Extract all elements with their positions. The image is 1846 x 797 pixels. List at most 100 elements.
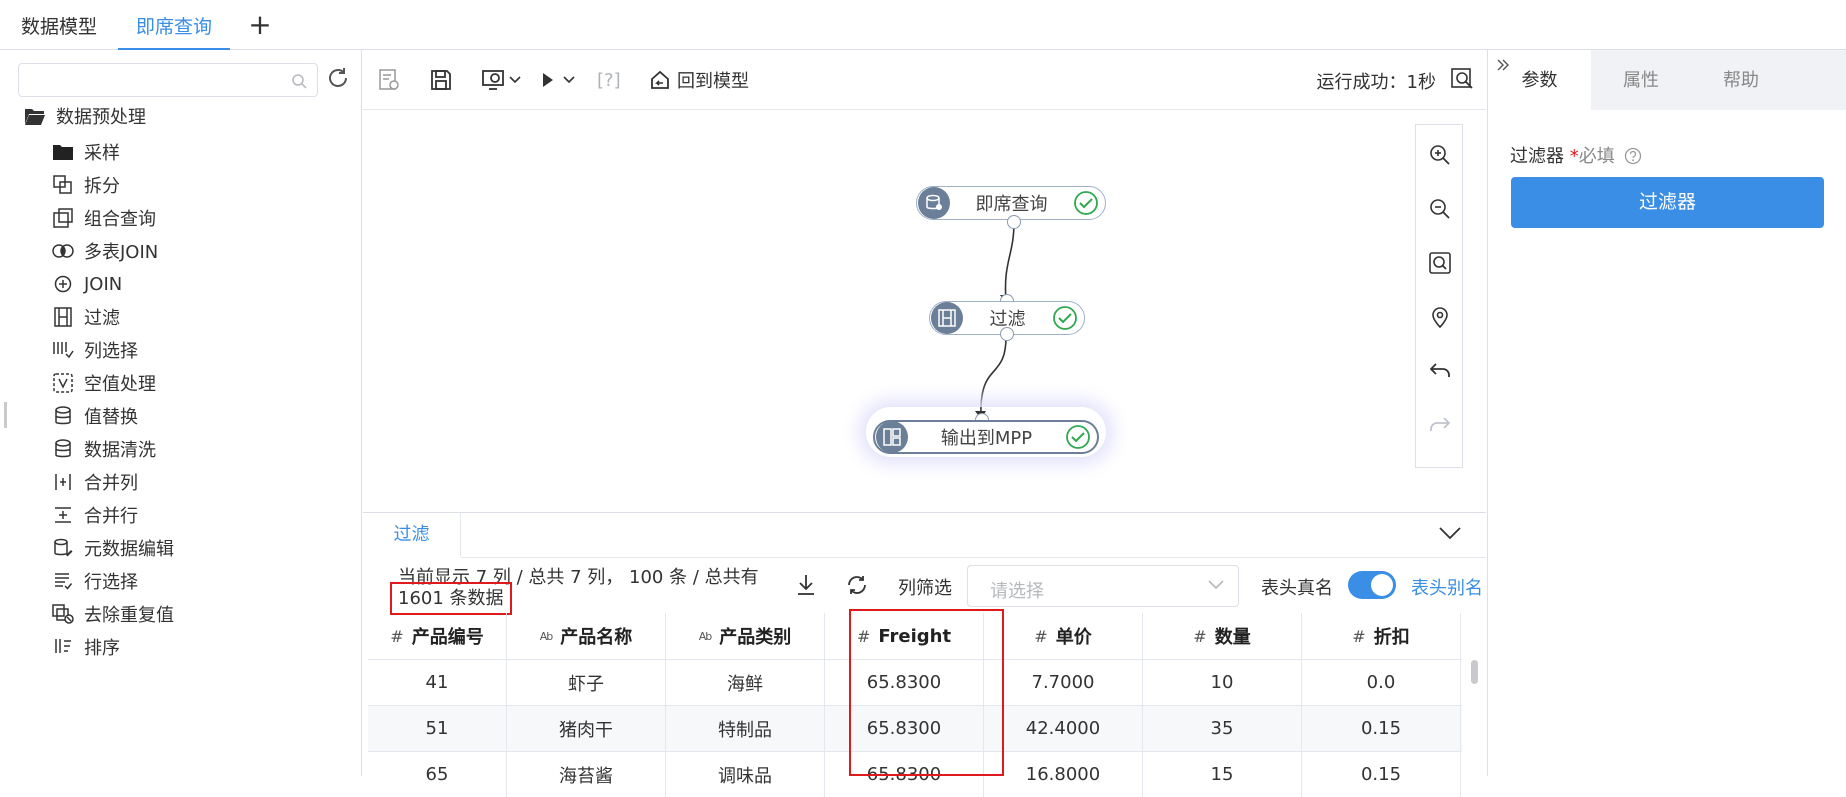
- param-icon[interactable]: [?]: [597, 66, 621, 94]
- canvas-toolbar: [?] 回到模型 运行成功：1秒: [363, 50, 1486, 110]
- column-header-label: 折扣: [1373, 627, 1410, 648]
- sidebar-item-split[interactable]: 拆分: [52, 171, 120, 199]
- sidebar-item-label: 空值处理: [84, 374, 156, 395]
- text-type-icon: Ab: [539, 629, 553, 643]
- tab-filter-preview[interactable]: 过滤: [363, 513, 461, 557]
- undo-icon[interactable]: [1428, 359, 1452, 383]
- output-port[interactable]: [1000, 327, 1014, 341]
- header-name-toggle[interactable]: [1348, 571, 1396, 599]
- tab-adhoc-query[interactable]: 即席查询: [118, 0, 230, 50]
- sidebar-item-filter[interactable]: 过滤: [52, 303, 120, 331]
- sidebar-item-combine-query[interactable]: 组合查询: [52, 204, 156, 232]
- row-select-icon: [52, 570, 74, 592]
- sidebar-item-merge-columns[interactable]: 合并列: [52, 468, 138, 496]
- refresh-icon[interactable]: [326, 66, 350, 90]
- back-to-model-label: 回到模型: [677, 71, 749, 92]
- null-handle-icon: [52, 372, 74, 394]
- table-cell: 海鲜: [666, 660, 825, 705]
- metadata-edit-icon: [52, 537, 74, 559]
- zoom-out-icon[interactable]: [1428, 197, 1452, 221]
- zoom-in-icon[interactable]: [1428, 143, 1452, 167]
- search-input[interactable]: [18, 63, 318, 97]
- number-type-icon: #: [1193, 626, 1207, 646]
- sidebar-item-value-replace[interactable]: 值替换: [52, 402, 138, 430]
- flow-node-output-mpp[interactable]: 输出到MPP: [873, 420, 1099, 454]
- merge-rows-icon: [52, 504, 74, 526]
- double-chevron-right-icon[interactable]: [1496, 58, 1510, 72]
- column-header[interactable]: # 数量: [1143, 613, 1302, 659]
- output-grid-icon: [876, 421, 908, 453]
- required-text: 必填: [1578, 146, 1615, 167]
- column-filter-select[interactable]: 请选择: [967, 565, 1239, 607]
- sidebar-item-join[interactable]: JOIN: [52, 270, 122, 298]
- column-header[interactable]: # 折扣: [1302, 613, 1461, 659]
- sidebar-item-metadata-edit[interactable]: 元数据编辑: [52, 534, 174, 562]
- table-cell: 10: [1143, 660, 1302, 705]
- tab-properties[interactable]: 属性: [1591, 50, 1691, 110]
- chevron-down-icon: [563, 76, 575, 84]
- locate-icon[interactable]: [1428, 305, 1452, 329]
- success-check-icon: [1073, 190, 1099, 216]
- canvas-zoom-panel: [1415, 124, 1463, 468]
- chevron-down-icon: [509, 76, 521, 84]
- sidebar-item-label: 排序: [84, 638, 120, 659]
- sidebar-item-multi-join[interactable]: 多表JOIN: [52, 237, 158, 265]
- table-scrollbar[interactable]: [1471, 660, 1478, 684]
- column-header[interactable]: Ab 产品类别: [666, 613, 825, 659]
- filter-icon: [52, 306, 74, 328]
- sidebar-item-dedupe[interactable]: 去除重复值: [52, 600, 174, 628]
- preview-search-icon[interactable]: [1450, 67, 1474, 91]
- column-select-icon: [52, 339, 74, 361]
- column-header[interactable]: # 产品编号: [368, 613, 507, 659]
- sidebar-item-null-handle[interactable]: 空值处理: [52, 369, 156, 397]
- flow-canvas[interactable]: 即席查询 过滤 输出到MPP: [363, 111, 1486, 511]
- total-rows-text: 1601 条数据: [398, 588, 504, 609]
- refresh-icon[interactable]: [845, 573, 869, 597]
- filter-icon: [931, 302, 963, 334]
- sql-icon[interactable]: [377, 66, 401, 94]
- join-icon: [52, 273, 74, 295]
- sidebar-item-label: 去除重复值: [84, 605, 174, 626]
- back-to-model-button[interactable]: 回到模型: [649, 66, 749, 94]
- column-header[interactable]: # 单价: [984, 613, 1143, 659]
- help-circle-icon[interactable]: [1624, 147, 1642, 165]
- table-cell: 35: [1143, 706, 1302, 751]
- table-cell: 猪肉干: [507, 706, 666, 751]
- download-icon[interactable]: [795, 573, 817, 597]
- fit-view-icon[interactable]: [1428, 251, 1452, 275]
- redo-icon[interactable]: [1428, 413, 1452, 437]
- filter-config-button[interactable]: 过滤器: [1511, 177, 1824, 228]
- tree-root-preprocess[interactable]: 数据预处理: [24, 102, 146, 130]
- dedupe-icon: [52, 603, 74, 625]
- sidebar-item-label: 组合查询: [84, 209, 156, 230]
- play-icon: [541, 72, 555, 88]
- sidebar-scrollbar[interactable]: [4, 402, 7, 428]
- collapse-chevron-icon[interactable]: [1438, 525, 1462, 541]
- sidebar-item-label: 采样: [84, 143, 120, 164]
- sidebar-item-sample[interactable]: 采样: [52, 138, 120, 166]
- sidebar-item-sort[interactable]: 排序: [52, 633, 120, 661]
- table-cell: 15: [1143, 752, 1302, 797]
- value-replace-icon: [52, 405, 74, 427]
- toggle-knob: [1371, 574, 1393, 596]
- data-clean-icon: [52, 438, 74, 460]
- output-port[interactable]: [1007, 215, 1021, 229]
- add-tab-button[interactable]: +: [240, 0, 280, 50]
- filter-label-text: 过滤器: [1510, 146, 1564, 167]
- settings-dropdown-button[interactable]: [481, 66, 521, 94]
- column-filter-placeholder: 请选择: [990, 581, 1044, 602]
- sidebar-item-row-select[interactable]: 行选择: [52, 567, 138, 595]
- column-header[interactable]: Ab 产品名称: [507, 613, 666, 659]
- sidebar-item-label: 行选择: [84, 572, 138, 593]
- filter-field-label: 过滤器 *必填: [1510, 142, 1642, 168]
- sidebar-item-column-select[interactable]: 列选择: [52, 336, 138, 364]
- sidebar-item-merge-rows[interactable]: 合并行: [52, 501, 138, 529]
- save-icon[interactable]: [429, 66, 453, 94]
- sort-icon: [52, 636, 74, 658]
- sidebar-item-data-clean[interactable]: 数据清洗: [52, 435, 156, 463]
- table-cell: 特制品: [666, 706, 825, 751]
- tab-help[interactable]: 帮助: [1691, 50, 1791, 110]
- tab-data-model[interactable]: 数据模型: [0, 0, 118, 50]
- header-alias-label[interactable]: 表头别名: [1411, 574, 1483, 600]
- run-dropdown-button[interactable]: [541, 66, 575, 94]
